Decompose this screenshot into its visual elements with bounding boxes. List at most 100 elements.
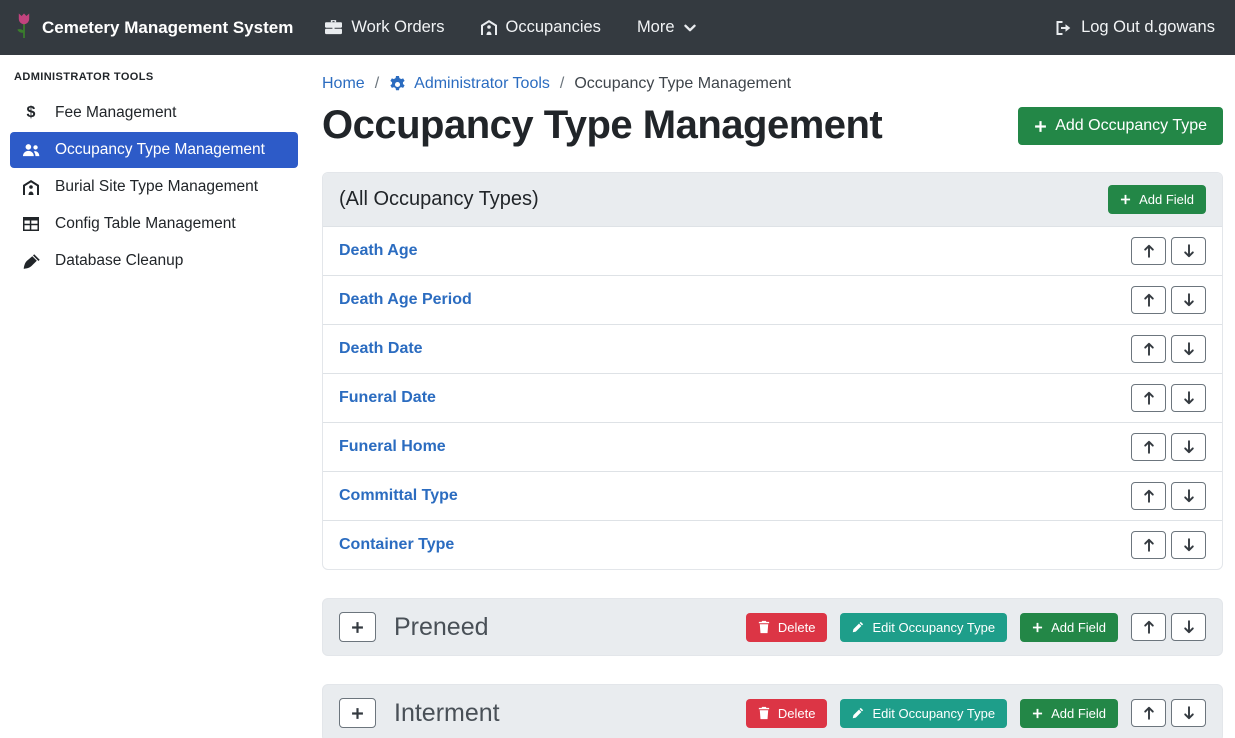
sidebar-item-label: Occupancy Type Management [55, 141, 265, 159]
field-row: Committal Type [323, 472, 1222, 521]
broom-icon [20, 254, 42, 269]
move-down-button[interactable] [1171, 482, 1206, 510]
reorder-controls [1131, 286, 1206, 314]
plus-icon [1032, 622, 1043, 633]
all-types-card-title: (All Occupancy Types) [339, 188, 539, 211]
reorder-controls [1131, 482, 1206, 510]
move-up-button[interactable] [1131, 613, 1166, 641]
move-up-button[interactable] [1131, 433, 1166, 461]
logout-link[interactable]: Log Out d.gowans [1055, 18, 1215, 37]
move-down-button[interactable] [1171, 433, 1206, 461]
move-down-button[interactable] [1171, 699, 1206, 727]
burial-site-icon [20, 180, 42, 195]
breadcrumb-current: Occupancy Type Management [574, 75, 791, 93]
field-link-death-age[interactable]: Death Age [339, 242, 418, 260]
sidebar-item-burial-site-type-management[interactable]: Burial Site Type Management [10, 169, 298, 205]
move-up-button[interactable] [1131, 531, 1166, 559]
delete-button[interactable]: Delete [746, 613, 828, 642]
field-row: Funeral Home [323, 423, 1222, 472]
occupancy-type-title: Preneed [394, 613, 746, 642]
trash-icon [758, 706, 770, 720]
nav-occupancies[interactable]: Occupancies [481, 18, 601, 37]
plus-icon [1032, 708, 1043, 719]
edit-occupancy-type-button[interactable]: Edit Occupancy Type [840, 613, 1007, 642]
field-row: Death Date [323, 325, 1222, 374]
add-field-label: Add Field [1051, 706, 1106, 721]
users-icon [20, 143, 42, 157]
add-field-label: Add Field [1139, 192, 1194, 207]
occupancies-icon [481, 20, 497, 35]
edit-occupancy-type-label: Edit Occupancy Type [872, 620, 995, 635]
all-types-card-header: (All Occupancy Types) Add Field [323, 173, 1222, 227]
add-field-button[interactable]: Add Field [1020, 613, 1118, 642]
move-up-button[interactable] [1131, 699, 1166, 727]
nav-work-orders-label: Work Orders [351, 18, 444, 37]
main-nav: Work Orders Occupancies More [325, 18, 731, 37]
gear-icon [389, 76, 406, 93]
work-orders-icon [325, 20, 342, 35]
move-up-button[interactable] [1131, 335, 1166, 363]
add-field-label: Add Field [1051, 620, 1106, 635]
type-actions: Delete Edit Occupancy Type Add Field [746, 613, 1206, 642]
title-row: Occupancy Type Management Add Occupancy … [322, 103, 1223, 148]
field-row: Funeral Date [323, 374, 1222, 423]
sidebar-item-label: Config Table Management [55, 215, 236, 233]
edit-occupancy-type-label: Edit Occupancy Type [872, 706, 995, 721]
nav-work-orders[interactable]: Work Orders [325, 18, 444, 37]
sidebar-item-label: Fee Management [55, 104, 177, 122]
move-up-button[interactable] [1131, 482, 1166, 510]
field-link-container-type[interactable]: Container Type [339, 536, 454, 554]
reorder-controls [1131, 335, 1206, 363]
field-link-committal-type[interactable]: Committal Type [339, 487, 458, 505]
field-link-death-date[interactable]: Death Date [339, 340, 423, 358]
breadcrumb-separator: / [560, 75, 564, 93]
field-row: Death Age Period [323, 276, 1222, 325]
edit-occupancy-type-button[interactable]: Edit Occupancy Type [840, 699, 1007, 728]
move-down-button[interactable] [1171, 613, 1206, 641]
field-link-death-age-period[interactable]: Death Age Period [339, 291, 472, 309]
delete-button[interactable]: Delete [746, 699, 828, 728]
brand-link[interactable]: Cemetery Management System [16, 12, 293, 44]
move-up-button[interactable] [1131, 384, 1166, 412]
sidebar-item-fee-management[interactable]: $ Fee Management [10, 95, 298, 131]
breadcrumb-home[interactable]: Home [322, 75, 365, 93]
add-occupancy-type-button[interactable]: Add Occupancy Type [1018, 107, 1223, 145]
nav-more-label: More [637, 18, 675, 37]
sidebar-item-label: Burial Site Type Management [55, 178, 258, 196]
reorder-controls [1131, 433, 1206, 461]
expand-button[interactable] [339, 612, 376, 642]
move-down-button[interactable] [1171, 286, 1206, 314]
move-down-button[interactable] [1171, 237, 1206, 265]
plus-icon [1034, 120, 1047, 133]
move-up-button[interactable] [1131, 286, 1166, 314]
breadcrumb-separator: / [375, 75, 379, 93]
add-field-button[interactable]: Add Field [1108, 185, 1206, 214]
sidebar-item-label: Database Cleanup [55, 252, 183, 270]
nav-occupancies-label: Occupancies [506, 18, 601, 37]
move-down-button[interactable] [1171, 335, 1206, 363]
add-field-button[interactable]: Add Field [1020, 699, 1118, 728]
field-link-funeral-date[interactable]: Funeral Date [339, 389, 436, 407]
page-title: Occupancy Type Management [322, 103, 882, 148]
logout-icon [1055, 21, 1072, 35]
dollar-icon: $ [20, 104, 42, 122]
nav-more[interactable]: More [637, 18, 696, 37]
delete-label: Delete [778, 706, 816, 721]
flower-logo-icon [16, 12, 32, 44]
sidebar-item-config-table-management[interactable]: Config Table Management [10, 206, 298, 242]
type-actions: Delete Edit Occupancy Type Add Field [746, 699, 1206, 728]
move-down-button[interactable] [1171, 531, 1206, 559]
expand-button[interactable] [339, 698, 376, 728]
occupancy-type-card-preneed: Preneed Delete Edit Occupancy Type Add F… [322, 598, 1223, 656]
move-down-button[interactable] [1171, 384, 1206, 412]
table-icon [20, 217, 42, 231]
sidebar-item-database-cleanup[interactable]: Database Cleanup [10, 243, 298, 279]
move-up-button[interactable] [1131, 237, 1166, 265]
breadcrumb: Home / Administrator Tools / Occupancy T… [322, 75, 1223, 93]
sidebar: ADMINISTRATOR TOOLS $ Fee Management Occ… [0, 55, 308, 738]
field-link-funeral-home[interactable]: Funeral Home [339, 438, 446, 456]
sidebar-item-occupancy-type-management[interactable]: Occupancy Type Management [10, 132, 298, 168]
breadcrumb-admin-tools[interactable]: Administrator Tools [389, 75, 550, 93]
main-content: Home / Administrator Tools / Occupancy T… [308, 55, 1235, 738]
trash-icon [758, 620, 770, 634]
